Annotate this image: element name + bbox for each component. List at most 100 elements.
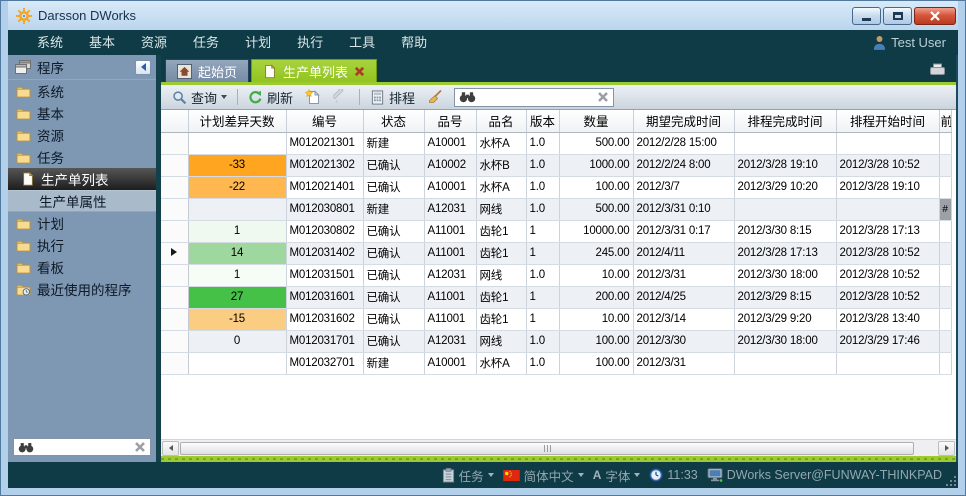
cell-sched-finish[interactable]: 2012/3/30 18:00 [734,330,836,352]
cell-quantity[interactable]: 100.00 [559,352,633,374]
clear-search-icon[interactable] [597,91,609,103]
cell-expected-finish[interactable]: 2012/3/31 0:10 [633,198,734,220]
cell-order-code[interactable]: M012030801 [286,198,363,220]
cell-expected-finish[interactable]: 2012/3/31 [633,352,734,374]
cell-version[interactable]: 1.0 [526,330,559,352]
cell-quantity[interactable]: 1000.00 [559,154,633,176]
clean-button[interactable] [422,87,448,107]
header-version[interactable]: 版本 [526,110,559,132]
cell-plan-diff-days[interactable]: 1 [188,264,286,286]
cell-item-name[interactable]: 齿轮1 [476,242,526,264]
cell-sched-start[interactable]: 2012/3/28 10:52 [836,264,939,286]
cell-order-code[interactable]: M012032701 [286,352,363,374]
cell-order-code[interactable]: M012021301 [286,132,363,154]
scrollbar-track[interactable] [179,441,938,456]
table-row[interactable]: 14 M012031402 已确认 A11001 齿轮1 1 245.00 20… [161,242,951,264]
table-row[interactable]: 0 M012031701 已确认 A12031 网线 1.0 100.00 20… [161,330,951,352]
status-task-menu[interactable]: 任务 [442,466,494,485]
sidebar-item-recent-programs[interactable]: 最近使用的程序 [8,278,156,300]
cell-quantity[interactable]: 245.00 [559,242,633,264]
dock-panel-icon[interactable] [929,63,946,76]
table-row[interactable]: M012030801 新建 A12031 网线 1.0 500.00 2012/… [161,198,951,220]
edit-button[interactable] [328,87,354,107]
cell-version[interactable]: 1.0 [526,264,559,286]
cell-quantity[interactable]: 100.00 [559,176,633,198]
schedule-button[interactable]: 排程 [365,86,420,109]
menu-execute[interactable]: 执行 [284,30,336,55]
cell-status[interactable]: 已确认 [363,308,424,330]
query-button[interactable]: 查询 [167,86,232,109]
cell-item-name[interactable]: 齿轮1 [476,286,526,308]
scroll-left-button[interactable] [162,441,179,456]
menu-system[interactable]: 系统 [24,30,76,55]
table-row[interactable]: -22 M012021401 已确认 A10001 水杯A 1.0 100.00… [161,176,951,198]
cell-order-code[interactable]: M012031701 [286,330,363,352]
maximize-button[interactable] [883,7,912,25]
header-order-code[interactable]: 编号 [286,110,363,132]
cell-sched-start[interactable] [836,132,939,154]
cell-status[interactable]: 已确认 [363,242,424,264]
close-tab-icon[interactable] [354,66,365,77]
sidebar-item-production-order-list[interactable]: 生产单列表 [8,168,156,190]
menu-help[interactable]: 帮助 [388,30,440,55]
cell-version[interactable]: 1.0 [526,154,559,176]
cell-item-no[interactable]: A11001 [424,220,476,242]
cell-plan-diff-days[interactable] [188,352,286,374]
cell-item-name[interactable]: 水杯B [476,154,526,176]
cell-status[interactable]: 已确认 [363,220,424,242]
cell-plan-diff-days[interactable] [188,198,286,220]
cell-expected-finish[interactable]: 2012/3/30 [633,330,734,352]
cell-status[interactable]: 已确认 [363,264,424,286]
cell-quantity[interactable]: 500.00 [559,198,633,220]
cell-status[interactable]: 新建 [363,132,424,154]
cell-sched-start[interactable]: 2012/3/29 17:46 [836,330,939,352]
sidebar-item-execute[interactable]: 执行 [8,234,156,256]
toolbar-search-input[interactable] [480,91,593,103]
cell-item-name[interactable]: 水杯A [476,176,526,198]
cell-version[interactable]: 1 [526,286,559,308]
cell-sched-finish[interactable]: 2012/3/28 17:13 [734,242,836,264]
status-clock[interactable]: 11:33 [649,468,697,482]
cell-plan-diff-days[interactable]: -15 [188,308,286,330]
table-row[interactable]: M012021301 新建 A10001 水杯A 1.0 500.00 2012… [161,132,951,154]
header-item-name[interactable]: 品名 [476,110,526,132]
scrollbar-thumb[interactable] [180,442,914,455]
sidebar-collapse-button[interactable] [135,60,151,75]
cell-expected-finish[interactable]: 2012/3/7 [633,176,734,198]
cell-plan-diff-days[interactable] [188,132,286,154]
status-language-menu[interactable]: 简体中文 [503,466,584,485]
cell-item-no[interactable]: A12031 [424,264,476,286]
cell-item-no[interactable]: A10001 [424,176,476,198]
status-font-menu[interactable]: A 字体 [593,466,641,485]
cell-order-code[interactable]: M012031602 [286,308,363,330]
minimize-button[interactable] [852,7,881,25]
cell-version[interactable]: 1 [526,308,559,330]
cell-item-no[interactable]: A10001 [424,132,476,154]
close-button[interactable] [914,7,956,25]
menu-resource[interactable]: 资源 [128,30,180,55]
cell-item-name[interactable]: 水杯A [476,352,526,374]
cell-version[interactable]: 1.0 [526,198,559,220]
cell-quantity[interactable]: 10.00 [559,308,633,330]
cell-expected-finish[interactable]: 2012/3/14 [633,308,734,330]
cell-order-code[interactable]: M012030802 [286,220,363,242]
sidebar-item-production-order-props[interactable]: 生产单属性 [8,190,156,212]
cell-item-no[interactable]: A11001 [424,286,476,308]
cell-expected-finish[interactable]: 2012/3/31 0:17 [633,220,734,242]
cell-status[interactable]: 已确认 [363,330,424,352]
menu-task[interactable]: 任务 [180,30,232,55]
header-sched-finish[interactable]: 排程完成时间 [734,110,836,132]
cell-version[interactable]: 1 [526,242,559,264]
cell-order-code[interactable]: M012021401 [286,176,363,198]
refresh-button[interactable]: 刷新 [243,86,298,109]
cell-version[interactable]: 1.0 [526,132,559,154]
tab-start-page[interactable]: 起始页 [165,59,249,82]
status-server[interactable]: DWorks Server@FUNWAY-THINKPAD [707,468,942,482]
cell-sched-finish[interactable]: 2012/3/29 10:20 [734,176,836,198]
sidebar-item-kanban[interactable]: 看板 [8,256,156,278]
cell-quantity[interactable]: 10000.00 [559,220,633,242]
cell-order-code[interactable]: M012031501 [286,264,363,286]
cell-order-code[interactable]: M012031601 [286,286,363,308]
cell-sched-finish[interactable] [734,198,836,220]
table-row[interactable]: 1 M012030802 已确认 A11001 齿轮1 1 10000.00 2… [161,220,951,242]
